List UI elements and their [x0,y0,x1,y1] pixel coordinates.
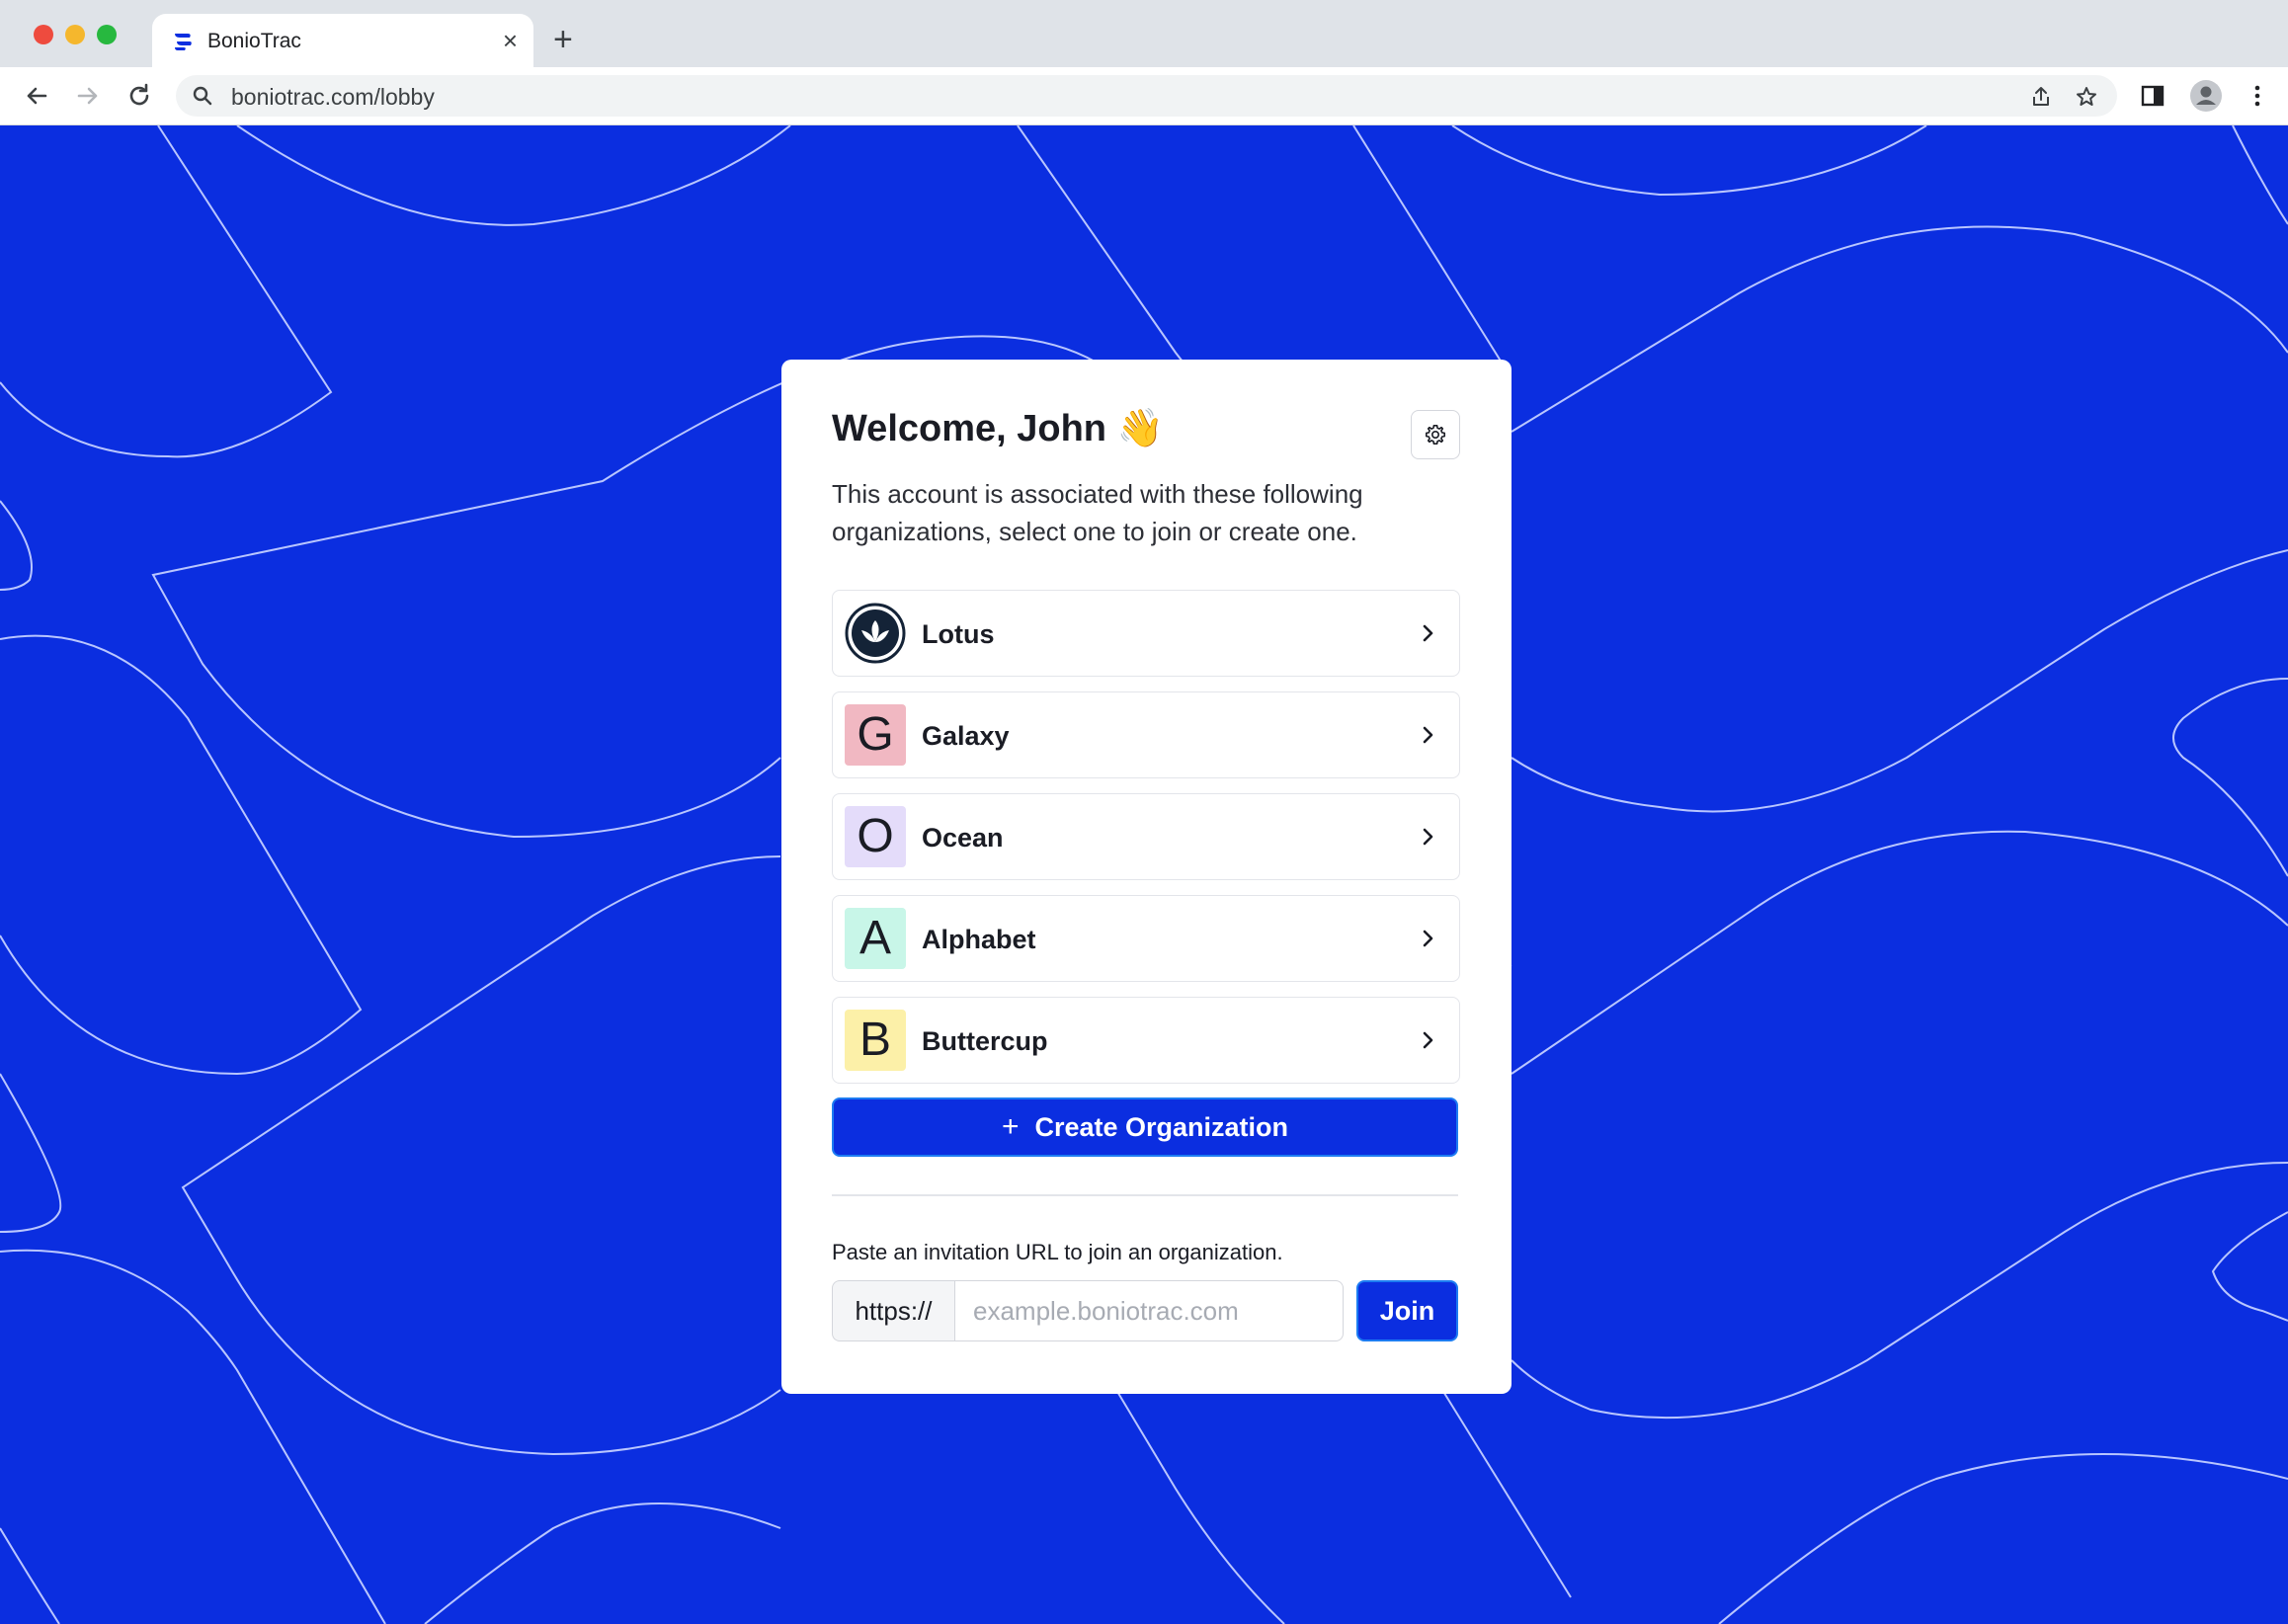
join-button[interactable]: Join [1356,1280,1458,1341]
create-organization-button[interactable]: + Create Organization [832,1097,1458,1157]
org-avatar: O [845,806,906,867]
tab-title: BonioTrac [207,30,301,52]
reload-icon[interactable] [124,81,154,111]
org-item-buttercup[interactable]: B Buttercup [832,997,1460,1084]
window-close-dot[interactable] [34,25,53,44]
chevron-right-icon [1423,1031,1433,1049]
org-name: Alphabet [922,925,1036,954]
org-item-ocean[interactable]: O Ocean [832,793,1460,880]
org-name: Lotus [922,619,995,649]
back-arrow-icon[interactable] [22,81,51,111]
org-avatar: A [845,908,906,969]
side-panel-icon[interactable] [2140,83,2165,109]
chevron-right-icon [1423,930,1433,947]
address-url: boniotrac.com/lobby [231,84,435,110]
org-avatar: G [845,704,906,766]
invitation-url-input[interactable] [954,1280,1344,1341]
org-name: Buttercup [922,1026,1048,1056]
chevron-right-icon [1423,828,1433,846]
window-minimize-dot[interactable] [65,25,85,44]
divider [832,1194,1458,1196]
create-organization-label: Create Organization [1034,1111,1289,1142]
url-prefix: https:// [832,1280,954,1341]
plus-icon: + [1001,1110,1020,1143]
address-bar[interactable]: boniotrac.com/lobby [176,75,2117,117]
share-icon[interactable] [2029,85,2053,109]
welcome-heading: Welcome, John 👋 [832,408,1164,449]
boniotrac-favicon-icon [175,34,192,50]
org-name: Galaxy [922,721,1010,751]
new-tab-button[interactable]: + [553,20,573,59]
org-item-lotus[interactable]: Lotus [832,590,1460,677]
tab-close-icon[interactable]: × [503,26,518,55]
lotus-logo-icon [845,603,906,664]
search-icon [193,86,212,106]
chevron-right-icon [1423,726,1433,744]
browser-tab[interactable]: BonioTrac × [152,14,533,67]
forward-arrow-icon[interactable] [73,81,103,111]
org-item-alphabet[interactable]: A Alphabet [832,895,1460,982]
window-zoom-dot[interactable] [97,25,117,44]
org-item-galaxy[interactable]: G Galaxy [832,691,1460,778]
more-menu-icon[interactable] [2245,83,2270,109]
profile-avatar-icon[interactable] [2189,79,2223,113]
settings-button[interactable] [1411,410,1460,459]
org-avatar: B [845,1010,906,1071]
org-name: Ocean [922,823,1004,853]
invite-label: Paste an invitation URL to join an organ… [832,1240,1283,1264]
gear-icon [1426,425,1445,445]
lobby-description: This account is associated with these fo… [832,479,1363,546]
browser-tab-strip: BonioTrac × + [0,0,2288,67]
star-icon[interactable] [2075,85,2098,109]
lobby-card: Welcome, John 👋 This account is associat… [781,360,1512,1394]
chevron-right-icon [1423,624,1433,642]
browser-toolbar: boniotrac.com/lobby [0,67,2288,125]
